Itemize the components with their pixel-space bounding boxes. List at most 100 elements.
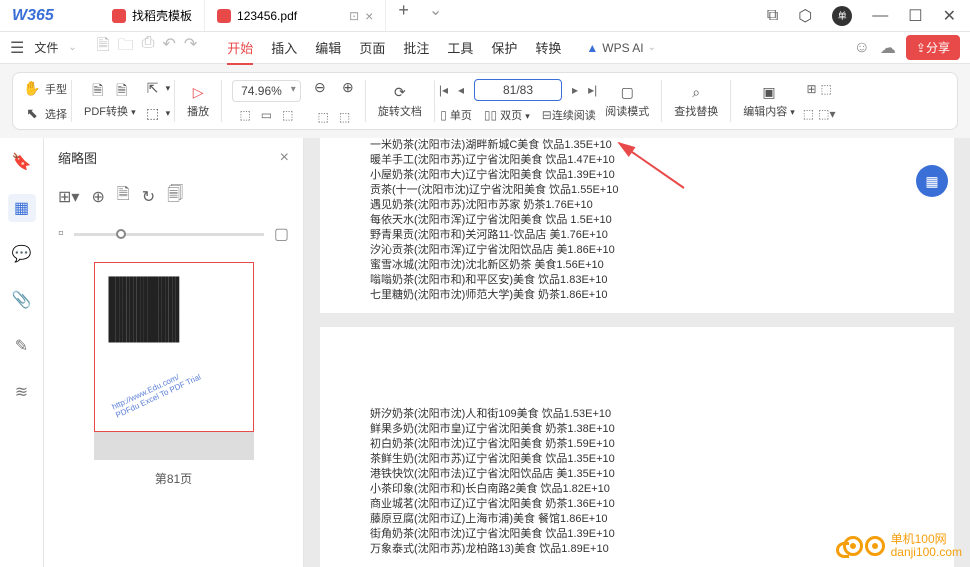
content-area[interactable]: 一米奶茶(沈阳市法)湖畔新城C美食 饮品1.35E+10 暖羊手工(沈阳市苏)辽…: [304, 138, 970, 567]
folder-small-icon[interactable]: 🗀: [118, 34, 134, 61]
thumb-extract-icon[interactable]: 🗎: [117, 183, 130, 210]
misc-icon1[interactable]: ⬚: [317, 110, 328, 124]
tool-pdf-convert[interactable]: 🗎🗎 PDF转换 ▾: [76, 73, 144, 129]
thumb-header: 缩略图 ×: [44, 138, 303, 177]
zoom-input[interactable]: 74.96%: [232, 80, 301, 102]
cube-icon[interactable]: ⬡: [798, 6, 812, 26]
logo-eye-icon: [843, 536, 863, 556]
tab-template[interactable]: 找稻壳模板: [100, 0, 205, 31]
rail-layers[interactable]: ≋: [8, 378, 36, 406]
thumb-add-icon[interactable]: ⊕: [91, 187, 104, 207]
thumb-grid-icon[interactable]: ⊞▾: [58, 187, 79, 207]
thumb-slider-row: ▫ ▢: [44, 216, 303, 252]
tab-menu-dropdown[interactable]: ⌄: [421, 0, 450, 31]
search-icon: ⌕: [687, 83, 705, 101]
thumb-rotate-icon[interactable]: ↻: [142, 187, 155, 207]
next-page-icon[interactable]: ▸: [572, 83, 578, 97]
text-line: 初白奶茶(沈阳市沈)辽宁省沈阳美食 奶茶1.59E+10: [370, 437, 904, 452]
text-line: 茶鲜生奶(沈阳市苏)辽宁省沈阳美食 饮品1.35E+10: [370, 452, 904, 467]
rail-comment[interactable]: 💬: [8, 240, 36, 268]
thumb-list: ████████████████████████████████████████…: [44, 252, 303, 567]
display-icon[interactable]: ⊡: [349, 9, 359, 23]
hamburger-icon[interactable]: ☰: [10, 38, 24, 58]
close-icon[interactable]: ×: [365, 8, 373, 24]
rail-sign[interactable]: ✎: [8, 332, 36, 360]
thumb-copy-icon[interactable]: 🗐: [167, 183, 183, 210]
tab-label: 123456.pdf: [237, 9, 297, 23]
tab-active-pdf[interactable]: 123456.pdf ⊡ ×: [205, 0, 386, 31]
thumb-size-slider[interactable]: [74, 233, 264, 236]
rotate-icon: ⟳: [391, 83, 409, 101]
thumb-page-81[interactable]: ████████████████████████████████████████…: [94, 262, 254, 432]
share-button[interactable]: ⇪分享: [906, 35, 960, 60]
feedback-icon[interactable]: ☺: [854, 39, 870, 57]
close-window-icon[interactable]: ✕: [943, 6, 956, 26]
menu-items: 开始 插入 编辑 页面 批注 工具 保护 转换: [227, 38, 561, 57]
extra1-icon[interactable]: ⊞: [806, 82, 816, 96]
page-input[interactable]: 81/83: [474, 79, 562, 101]
menu-tools[interactable]: 工具: [447, 38, 473, 57]
menubar: ☰ 文件 ⌄ 🗎 🗀 ⎙ ↶ ↷ 开始 插入 编辑 页面 批注 工具 保护 转换…: [0, 32, 970, 64]
thumb-small-icon[interactable]: ▫: [58, 225, 64, 243]
text-line: 汐沁贡茶(沈阳市浑)辽宁省沈阳饮品店 美1.86E+10: [370, 243, 904, 258]
tool-play[interactable]: ▷ 播放: [179, 73, 217, 129]
actual-size-icon[interactable]: ⬚: [282, 108, 293, 122]
menu-annotate[interactable]: 批注: [403, 38, 429, 57]
select-tool[interactable]: ⬉选择: [23, 105, 67, 123]
thumb-page-label: 第81页: [64, 460, 283, 497]
redo-icon[interactable]: ↷: [184, 34, 197, 61]
file-menu[interactable]: 文件: [34, 39, 58, 56]
zoom-out-icon[interactable]: ⊖: [311, 79, 329, 97]
extra2-icon[interactable]: ⬚: [821, 82, 832, 96]
tab-add-button[interactable]: +: [386, 0, 421, 31]
menu-convert[interactable]: 转换: [535, 38, 561, 57]
menu-edit[interactable]: 编辑: [315, 38, 341, 57]
prev-page-icon[interactable]: ◂: [458, 83, 464, 97]
tool-extras: ⊞ ⬚ ⬚ ⬚▾: [803, 73, 836, 129]
thumb-close-icon[interactable]: ×: [280, 149, 289, 167]
rail-thumbnail[interactable]: ▦: [8, 194, 36, 222]
menu-page[interactable]: 页面: [359, 38, 385, 57]
zoom-in-icon[interactable]: ⊕: [339, 79, 357, 97]
doc-small-icon[interactable]: 🗎: [97, 34, 110, 61]
menu-insert[interactable]: 插入: [271, 38, 297, 57]
hand-tool[interactable]: ✋手型: [23, 80, 67, 98]
menu-protect[interactable]: 保护: [491, 38, 517, 57]
rail-attachment[interactable]: 📎: [8, 286, 36, 314]
app-logo: W365: [0, 7, 100, 25]
rail-bookmark[interactable]: 🔖: [8, 148, 36, 176]
menu-start[interactable]: 开始: [227, 38, 253, 65]
first-page-icon[interactable]: |◂: [439, 83, 448, 97]
export-icon[interactable]: ⇱: [144, 80, 162, 98]
tool-find[interactable]: ⌕ 查找替换: [666, 73, 726, 129]
export2-icon[interactable]: ⬚: [144, 105, 162, 123]
undo-icon[interactable]: ↶: [162, 34, 175, 61]
thumb-large-icon[interactable]: ▢: [274, 224, 289, 244]
extra3-icon[interactable]: ⬚: [803, 107, 814, 121]
last-page-icon[interactable]: ▸|: [588, 83, 597, 97]
restore-window-icon[interactable]: ⧉: [767, 7, 778, 25]
text-line: 鲜果多奶(沈阳市皇)辽宁省沈阳美食 奶茶1.38E+10: [370, 422, 904, 437]
extra4-icon[interactable]: ⬚▾: [818, 107, 835, 121]
wps-ai[interactable]: ▲ WPS AI ⌄: [586, 41, 656, 55]
thumb-footer: [94, 432, 254, 460]
tool-rotate[interactable]: ⟳ 旋转文档: [370, 73, 430, 129]
maximize-icon[interactable]: ☐: [908, 6, 922, 26]
fit-width-icon[interactable]: ⬚: [239, 108, 250, 122]
titlebar: W365 找稻壳模板 123456.pdf ⊡ × + ⌄ ⧉ ⬡ 单 — ☐ …: [0, 0, 970, 32]
minimize-icon[interactable]: —: [872, 7, 888, 25]
continuous-btn[interactable]: ⊟连续阅读: [542, 107, 596, 123]
single-page-btn[interactable]: ▯ 单页: [440, 107, 472, 123]
tool-edit[interactable]: ▣ 编辑内容 ▾: [735, 73, 803, 129]
text-line: 妍汐奶茶(沈阳市沈)人和街109美食 饮品1.53E+10: [370, 407, 904, 422]
print-icon[interactable]: ⎙: [142, 34, 155, 61]
misc-icon2[interactable]: ⬚: [339, 110, 350, 124]
fit-page-icon[interactable]: ▭: [261, 108, 272, 122]
tool-read-mode[interactable]: ▢ 阅读模式: [597, 73, 657, 129]
double-page-btn[interactable]: ▯▯ 双页 ▾: [484, 107, 530, 123]
float-action-button[interactable]: ▦: [916, 165, 948, 197]
avatar[interactable]: 单: [832, 6, 852, 26]
cloud-icon[interactable]: ☁: [880, 38, 896, 58]
text-line: 遇见奶茶(沈阳市苏)沈阳市苏家 奶茶1.76E+10: [370, 198, 904, 213]
pdf-page-82: 妍汐奶茶(沈阳市沈)人和街109美食 饮品1.53E+10 鲜果多奶(沈阳市皇)…: [320, 327, 954, 567]
